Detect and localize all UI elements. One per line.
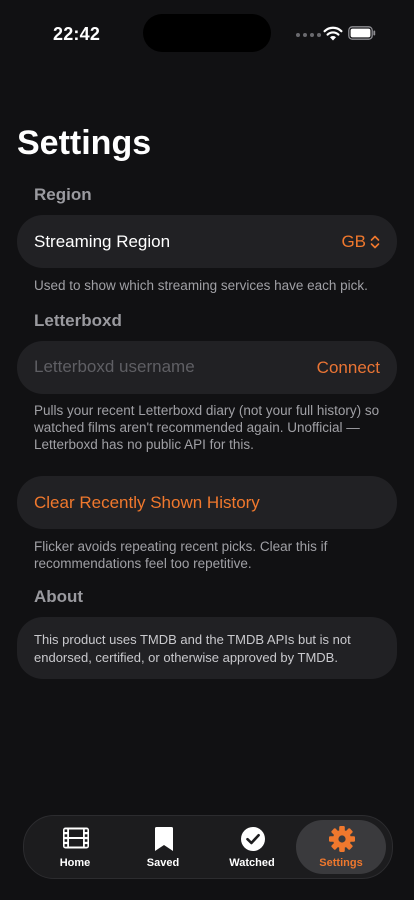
streaming-region-label: Streaming Region xyxy=(34,232,171,251)
section-header-region: Region xyxy=(34,185,92,204)
region-footnote: Used to show which streaming services ha… xyxy=(34,278,368,293)
letterboxd-row: Connect xyxy=(17,341,397,394)
tab-saved-label: Saved xyxy=(146,857,180,869)
about-card: This product uses TMDB and the TMDB APIs… xyxy=(17,617,397,679)
section-header-about: About xyxy=(34,587,84,606)
tab-watched[interactable]: Watched xyxy=(207,820,297,874)
tmdb-attribution: This product uses TMDB and the TMDB APIs… xyxy=(34,632,351,665)
battery-icon xyxy=(348,26,376,40)
history-footnote: Flicker avoids repeating recent picks. C… xyxy=(34,539,328,571)
tab-home-label: Home xyxy=(59,857,91,869)
streaming-region-row[interactable]: Streaming Region GB xyxy=(17,215,397,268)
chevron-up-down-icon xyxy=(370,235,380,249)
letterboxd-username-input[interactable] xyxy=(34,355,294,379)
tab-home[interactable]: Home xyxy=(30,820,120,874)
gear-icon xyxy=(329,826,355,852)
streaming-region-picker[interactable]: GB xyxy=(341,232,380,252)
connect-button[interactable]: Connect xyxy=(317,358,380,378)
tab-bar: Home Saved Watched Settings xyxy=(23,815,393,879)
status-bar: 22:42 xyxy=(0,0,414,60)
dynamic-island xyxy=(143,14,271,52)
signal-dots-icon xyxy=(296,33,321,37)
streaming-region-value: GB xyxy=(341,232,366,251)
tab-watched-label: Watched xyxy=(229,857,275,869)
page-title: Settings xyxy=(17,124,152,162)
tab-settings-label: Settings xyxy=(319,857,363,869)
tab-settings[interactable]: Settings xyxy=(296,820,386,874)
checkmark-circle-icon xyxy=(241,827,265,851)
letterboxd-footnote: Pulls your recent Letterboxd diary (not … xyxy=(34,403,380,452)
section-header-letterboxd: Letterboxd xyxy=(34,311,122,330)
tab-saved[interactable]: Saved xyxy=(118,820,208,874)
film-icon xyxy=(63,827,89,849)
clear-history-label: Clear Recently Shown History xyxy=(34,493,260,512)
clear-history-button[interactable]: Clear Recently Shown History xyxy=(17,476,397,529)
bookmark-icon xyxy=(155,827,173,851)
status-time: 22:42 xyxy=(53,24,101,44)
wifi-icon xyxy=(323,26,343,41)
